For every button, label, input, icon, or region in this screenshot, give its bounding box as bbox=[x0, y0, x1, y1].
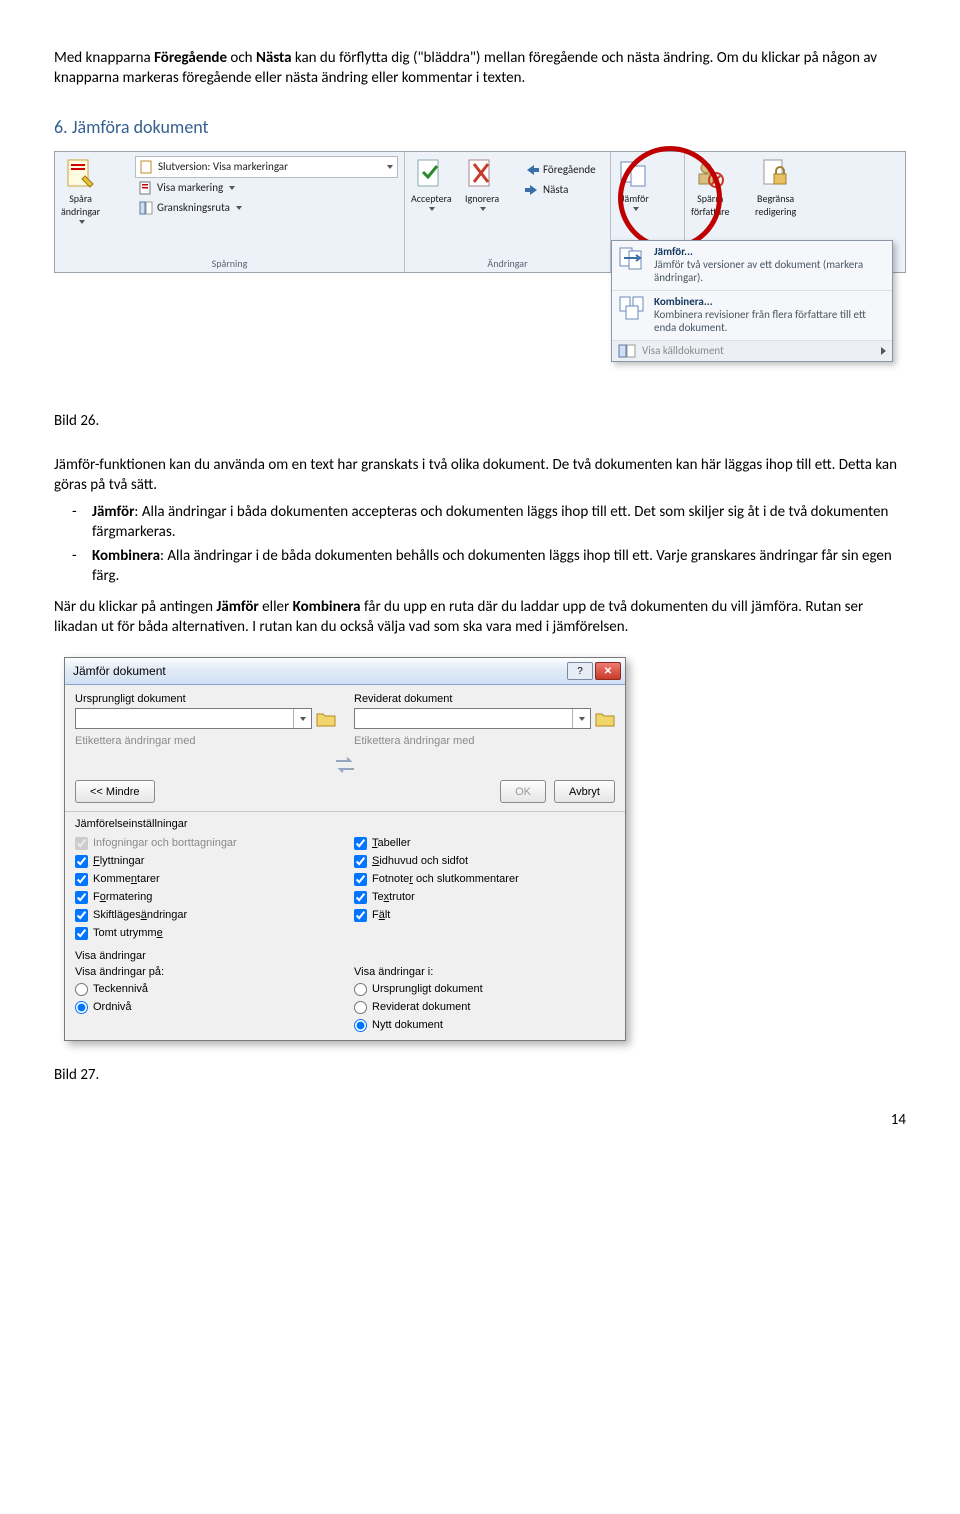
group-label-changes: Ändringar bbox=[405, 257, 610, 270]
close-button[interactable]: ✕ bbox=[595, 662, 621, 680]
dropdown-item-show-source[interactable]: Visa källdokument bbox=[612, 341, 892, 361]
less-button[interactable]: << Mindre bbox=[75, 780, 155, 803]
reviewing-pane-icon bbox=[139, 201, 153, 215]
kw-nasta: Nästa bbox=[256, 49, 292, 67]
radio-original-doc[interactable]: Ursprungligt dokument bbox=[354, 980, 615, 998]
compare-dropdown: Jämför...Jämför två versioner av ett dok… bbox=[611, 240, 893, 362]
bullet-list: Jämför: Alla ändringar i båda dokumenten… bbox=[54, 502, 906, 587]
chk-whitespace[interactable]: Tomt utrymme bbox=[75, 924, 336, 942]
chevron-down-icon bbox=[579, 717, 585, 721]
reviewing-pane-dropdown[interactable]: Granskningsruta bbox=[135, 198, 398, 218]
chevron-down-icon bbox=[387, 165, 393, 169]
document-final-icon bbox=[140, 160, 154, 174]
dialog-titlebar: Jämför dokument ? ✕ bbox=[65, 658, 625, 685]
dialog-title: Jämför dokument bbox=[73, 664, 565, 678]
chevron-down-icon bbox=[300, 717, 306, 721]
accept-icon bbox=[415, 158, 447, 190]
display-for-review-dropdown[interactable]: Slutversion: Visa markeringar bbox=[135, 156, 398, 178]
kw-foregaende: Föregående bbox=[154, 49, 227, 67]
chevron-down-icon bbox=[236, 206, 242, 210]
heading-compare-settings: Jämförelseinställningar bbox=[75, 818, 615, 830]
page-number: 14 bbox=[54, 1111, 906, 1129]
label-revised-doc: Reviderat dokument bbox=[354, 693, 615, 705]
ok-button[interactable]: OK bbox=[500, 780, 546, 803]
ribbon-screenshot: Spåra ändringar Slutversion: Visa marker… bbox=[54, 151, 906, 403]
cancel-button[interactable]: Avbryt bbox=[554, 780, 615, 803]
intro-paragraph: Med knapparna Föregående och Nästa kan d… bbox=[54, 48, 906, 89]
chk-fields[interactable]: Fält bbox=[354, 906, 615, 924]
chk-headers[interactable]: Sidhuvud och sidfot bbox=[354, 852, 615, 870]
section-heading-6: 6. Jämföra dokument bbox=[54, 115, 906, 139]
combine-docs-icon bbox=[619, 296, 647, 320]
chk-footnotes[interactable]: Fotnoter och slutkommentarer bbox=[354, 870, 615, 888]
show-markup-icon bbox=[139, 181, 153, 195]
chk-textboxes[interactable]: Textrutor bbox=[354, 888, 615, 906]
chk-insertions[interactable]: Infogningar och borttagningar bbox=[75, 834, 336, 852]
radio-new-doc[interactable]: Nytt dokument bbox=[354, 1016, 615, 1034]
swap-icon[interactable] bbox=[334, 756, 356, 774]
label-show-on: Visa ändringar på: bbox=[75, 966, 336, 978]
chk-comments[interactable]: Kommentarer bbox=[75, 870, 336, 888]
paragraph-before-dialog: När du klickar på antingen Jämför eller … bbox=[54, 597, 906, 638]
restrict-editing-button[interactable]: Begränsa redigering bbox=[755, 158, 796, 218]
chk-tables[interactable]: Tabeller bbox=[354, 834, 615, 852]
chevron-down-icon bbox=[229, 186, 235, 190]
label-original-doc: Ursprungligt dokument bbox=[75, 693, 336, 705]
reject-button[interactable]: Ignorera bbox=[465, 158, 499, 211]
label-mark-changes-left: Etikettera ändringar med bbox=[75, 735, 336, 747]
list-item: Kombinera: Alla ändringar i de båda doku… bbox=[92, 546, 906, 587]
track-changes-icon bbox=[65, 158, 97, 190]
chevron-down-icon bbox=[480, 207, 486, 211]
chevron-down-icon bbox=[429, 207, 435, 211]
chk-moves[interactable]: Flyttningar bbox=[75, 852, 336, 870]
compare-button[interactable]: Jämför bbox=[619, 158, 651, 211]
chevron-down-icon bbox=[633, 207, 639, 211]
paragraph-after-26: Jämför-funktionen kan du använda om en t… bbox=[54, 455, 906, 496]
restrict-editing-icon bbox=[760, 158, 792, 190]
source-doc-icon bbox=[618, 344, 636, 358]
chk-case[interactable]: Skiftlägesändringar bbox=[75, 906, 336, 924]
compare-dialog: Jämför dokument ? ✕ Ursprungligt dokumen… bbox=[64, 657, 626, 1041]
dropdown-item-combine[interactable]: Kombinera...Kombinera revisioner från fl… bbox=[612, 291, 892, 341]
browse-folder-icon[interactable] bbox=[595, 710, 615, 728]
dropdown-item-compare[interactable]: Jämför...Jämför två versioner av ett dok… bbox=[612, 241, 892, 291]
reject-icon bbox=[466, 158, 498, 190]
block-authors-button[interactable]: Spärra författare bbox=[691, 158, 730, 218]
original-doc-combo[interactable] bbox=[75, 708, 312, 729]
browse-folder-icon[interactable] bbox=[316, 710, 336, 728]
group-label-tracking: Spårning bbox=[55, 257, 404, 270]
accept-button[interactable]: Acceptera bbox=[411, 158, 452, 211]
radio-word-level[interactable]: Ordnivå bbox=[75, 998, 336, 1016]
compare-icon bbox=[619, 158, 651, 190]
next-button[interactable]: Nästa bbox=[521, 180, 600, 200]
previous-icon bbox=[525, 163, 539, 177]
previous-button[interactable]: Föregående bbox=[521, 160, 600, 180]
figure-caption-27: Bild 27. bbox=[54, 1065, 906, 1085]
revised-doc-combo[interactable] bbox=[354, 708, 591, 729]
radio-char-level[interactable]: Teckennivå bbox=[75, 980, 336, 998]
show-markup-dropdown[interactable]: Visa markering bbox=[135, 178, 398, 198]
radio-revised-doc[interactable]: Reviderat dokument bbox=[354, 998, 615, 1016]
label-mark-changes-right: Etikettera ändringar med bbox=[354, 735, 615, 747]
track-changes-button[interactable]: Spåra ändringar bbox=[61, 158, 100, 224]
heading-show-changes: Visa ändringar bbox=[75, 950, 615, 962]
next-icon bbox=[525, 183, 539, 197]
label-show-in: Visa ändringar i: bbox=[354, 966, 615, 978]
chevron-down-icon bbox=[79, 220, 85, 224]
list-item: Jämför: Alla ändringar i båda dokumenten… bbox=[92, 502, 906, 543]
figure-caption-26: Bild 26. bbox=[54, 411, 906, 431]
chk-formatting[interactable]: Formatering bbox=[75, 888, 336, 906]
help-button[interactable]: ? bbox=[567, 662, 593, 680]
chevron-right-icon bbox=[881, 347, 886, 355]
block-authors-icon bbox=[694, 158, 726, 190]
compare-docs-icon bbox=[619, 246, 647, 270]
